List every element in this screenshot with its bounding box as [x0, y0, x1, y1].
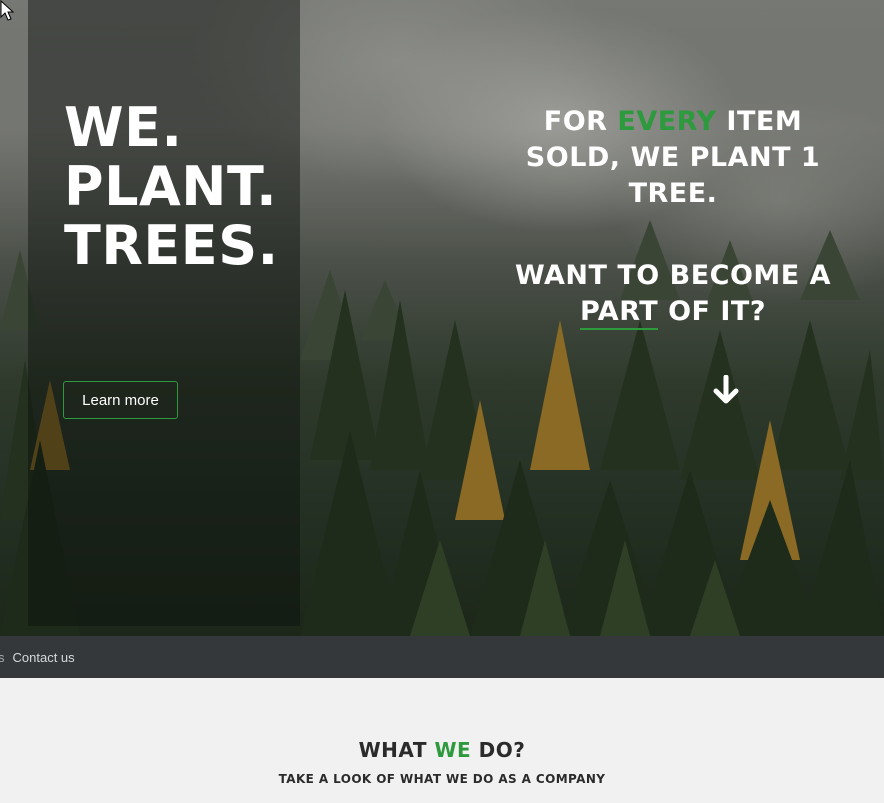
pitch-line-2: WANT TO BECOME A PART OF IT? — [500, 258, 846, 330]
hero-left-panel — [28, 0, 300, 626]
learn-more-button[interactable]: Learn more — [63, 381, 178, 419]
section-title-highlight: WE — [434, 738, 472, 762]
what-we-do-section: WHAT WE DO? TAKE A LOOK OF WHAT WE DO AS… — [0, 678, 884, 803]
pitch-line-1: FOR EVERY ITEM SOLD, WE PLANT 1 TREE. — [500, 104, 846, 212]
pitch-text: WANT TO BECOME A — [514, 260, 832, 291]
hero-title-line: WE. — [64, 96, 183, 159]
mouse-cursor-icon — [0, 0, 15, 21]
section-title-text: WHAT — [358, 738, 435, 762]
hero-section: WE. PLANT. TREES. Learn more FOR EVERY I… — [0, 0, 884, 636]
hero-title: WE. PLANT. TREES. — [64, 98, 294, 275]
hero-title-line: PLANT. — [64, 155, 278, 218]
hero-title-line: TREES. — [64, 214, 279, 277]
pitch-highlight: EVERY — [617, 106, 717, 137]
section-title-text: DO? — [471, 738, 526, 762]
section-title: WHAT WE DO? — [0, 738, 884, 762]
pitch-text: OF IT? — [658, 296, 767, 327]
section-subtitle: TAKE A LOOK OF WHAT WE DO AS A COMPANY — [278, 772, 606, 786]
nav-link-contact-us[interactable]: Contact us — [13, 650, 75, 665]
nav-link-partial[interactable]: s — [0, 650, 5, 665]
pitch-text: FOR — [543, 106, 618, 137]
nav-bar: s Contact us — [0, 636, 884, 678]
pitch-underlined-word: PART — [579, 296, 659, 330]
hero-pitch: FOR EVERY ITEM SOLD, WE PLANT 1 TREE. WA… — [500, 104, 846, 330]
arrow-down-icon[interactable] — [712, 375, 740, 405]
